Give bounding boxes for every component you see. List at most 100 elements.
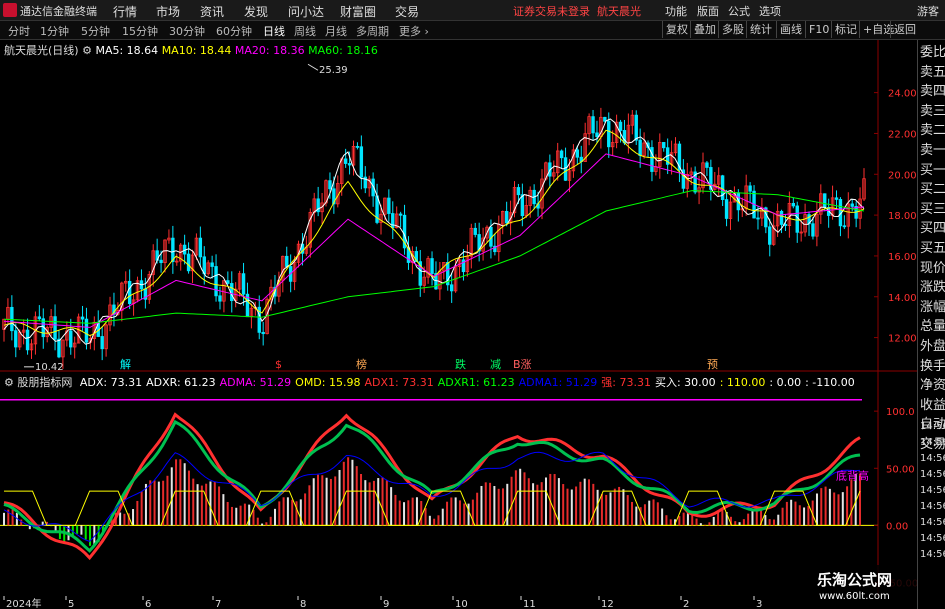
candle-body <box>198 237 203 258</box>
indicator-bar <box>562 484 565 526</box>
side-item[interactable]: 净资 <box>920 377 945 395</box>
indicator-bar <box>596 489 599 526</box>
tool-biaoji[interactable]: 标记 <box>831 21 860 38</box>
menu-zixun[interactable]: 资讯 <box>200 3 224 20</box>
indicator-bar <box>80 525 83 535</box>
indicator-bar <box>433 518 436 526</box>
indicator-bar <box>609 492 612 526</box>
period-fenshi[interactable]: 分时 <box>8 23 30 39</box>
indicator-tick-label: 0.00 <box>886 521 908 532</box>
period-5min[interactable]: 5分钟 <box>81 23 110 39</box>
menu-gongshi[interactable]: 公式 <box>728 3 750 19</box>
indicator-bar <box>149 480 152 526</box>
candle-body <box>783 224 788 226</box>
side-item[interactable]: 涨幅 <box>920 299 945 317</box>
side-item[interactable]: 卖三 <box>920 103 945 121</box>
tool-f10[interactable]: F10 <box>805 21 832 38</box>
indicator-bar <box>742 519 745 526</box>
menu-faxian[interactable]: 发现 <box>244 3 268 20</box>
menu-jiaoyi[interactable]: 交易 <box>395 3 419 20</box>
side-time: 14:56 <box>920 469 945 480</box>
indicator-bar <box>794 501 797 526</box>
period-1min[interactable]: 1分钟 <box>40 23 69 39</box>
menu-gongneng[interactable]: 功能 <box>665 3 687 19</box>
candle-body <box>834 197 839 200</box>
period-monthly[interactable]: 月线 <box>325 23 347 39</box>
indicator-bar <box>321 475 324 526</box>
candle-body <box>159 259 163 264</box>
indicator-bar <box>256 517 259 526</box>
side-item[interactable]: 买三 <box>920 201 945 219</box>
x-tick-label: 12 <box>601 599 614 609</box>
indicator-chart[interactable]: 100.050.000.00-50.00 底背高 <box>0 372 917 596</box>
side-time: 14:56 <box>920 501 945 512</box>
indicator-bar <box>510 476 513 526</box>
tool-fuquan[interactable]: 复权 <box>662 21 691 38</box>
tool-diejia[interactable]: 叠加 <box>690 21 719 38</box>
menu-hangqing[interactable]: 行情 <box>113 3 137 20</box>
period-more-label: 更多 <box>399 25 421 38</box>
indicator-bar <box>304 493 307 526</box>
x-tick-label: 11 <box>523 599 536 609</box>
login-status[interactable]: 证券交易未登录 航天晨光 <box>513 3 641 19</box>
guest-label[interactable]: 游客 <box>917 3 939 19</box>
period-60min[interactable]: 60分钟 <box>216 23 252 39</box>
price-tick-label: 20.00 <box>888 170 917 181</box>
price-signals: 解 $ 榜 跌 减 B涨 预 <box>120 357 718 371</box>
indicator-bar <box>291 499 294 526</box>
candle-body <box>850 203 854 207</box>
side-item[interactable]: 现价 <box>920 260 945 278</box>
candle-body <box>391 213 395 229</box>
tool-duogu[interactable]: 多股 <box>718 21 747 38</box>
indicator-bar <box>566 488 569 526</box>
indicator-bar <box>273 508 276 526</box>
indicator-bar <box>437 515 440 526</box>
side-item[interactable]: 外盘 <box>920 338 945 356</box>
period-15min[interactable]: 15分钟 <box>122 23 158 39</box>
menu-banmian[interactable]: 版面 <box>697 3 719 19</box>
period-weekly[interactable]: 周线 <box>294 23 316 39</box>
indicator-bar <box>278 501 281 526</box>
side-item[interactable]: 买四 <box>920 220 945 238</box>
period-daily[interactable]: 日线 <box>263 23 285 39</box>
side-item[interactable]: 卖五 <box>920 64 945 82</box>
indicator-bar <box>286 497 289 526</box>
signal-marker: 减 <box>490 358 501 371</box>
side-item[interactable]: 总量 <box>920 318 945 336</box>
tool-fanhui[interactable]: 返回 <box>890 21 919 38</box>
side-item[interactable]: 卖四 <box>920 83 945 101</box>
indicator-bar <box>501 488 504 526</box>
side-item[interactable]: 委比 <box>920 44 945 62</box>
side-time: 14:56 <box>920 437 945 448</box>
side-item[interactable]: 换手 <box>920 358 945 376</box>
x-tick-label: 7 <box>215 599 221 609</box>
period-more[interactable]: 更多 › <box>399 23 429 39</box>
indicator-bar <box>699 523 702 526</box>
period-30min[interactable]: 30分钟 <box>169 23 205 39</box>
indicator-bar <box>695 518 698 526</box>
menu-wenxiaoda[interactable]: 问小达 <box>288 3 324 20</box>
menu-shichang[interactable]: 市场 <box>156 3 180 20</box>
side-item[interactable]: 收益 <box>920 397 945 415</box>
side-item[interactable]: 卖一 <box>920 142 945 160</box>
menu-caifuquan[interactable]: 财富圈 <box>340 3 376 20</box>
indicator-bar <box>476 492 479 526</box>
price-chart[interactable]: 24.00 22.00 20.00 18.00 16.00 14.00 12.00 25.3… <box>0 40 917 372</box>
side-time: 14:56 <box>920 533 945 544</box>
tool-huaxian[interactable]: 画线 <box>776 21 805 38</box>
indicator-bar <box>665 515 668 526</box>
side-item[interactable]: 买二 <box>920 181 945 199</box>
period-multi[interactable]: 多周期 <box>356 23 389 39</box>
side-item[interactable]: 买五 <box>920 240 945 258</box>
indicator-bar <box>295 501 298 526</box>
tool-tongji[interactable]: 统计 <box>746 21 775 38</box>
candle-body <box>449 284 454 292</box>
indicator-bar <box>179 459 182 526</box>
menu-xuanxiang[interactable]: 选项 <box>759 3 781 19</box>
candle-body <box>14 330 18 348</box>
side-item[interactable]: 买一 <box>920 162 945 180</box>
indicator-line-ADX <box>3 412 861 561</box>
side-item[interactable]: 涨跌 <box>920 279 945 297</box>
side-item[interactable]: 卖二 <box>920 122 945 140</box>
indicator-bar <box>506 483 509 526</box>
